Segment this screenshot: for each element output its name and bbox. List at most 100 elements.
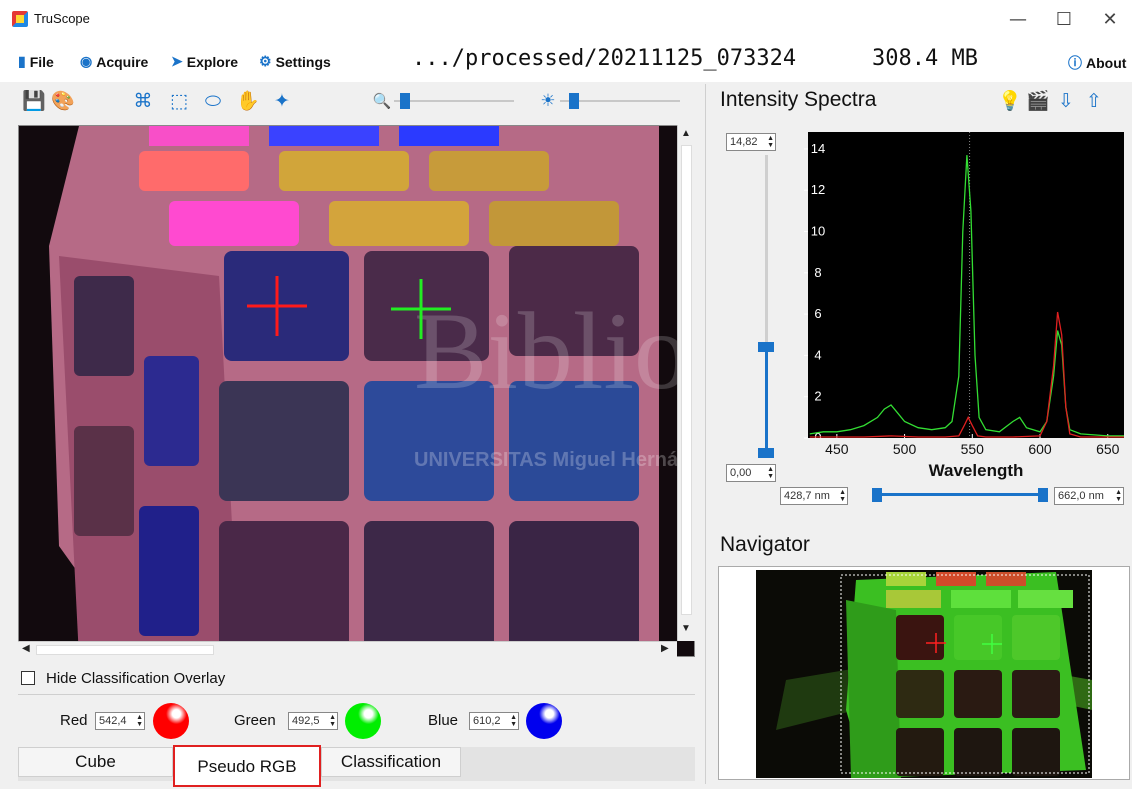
compass-icon: ➤ — [171, 53, 183, 69]
spectra-title: Intensity Spectra — [720, 88, 877, 111]
y-tick-label: 12 — [811, 182, 825, 197]
wl-min-spinbox[interactable]: 428,7 nm ▲ ▼ — [780, 487, 848, 505]
menu-file[interactable]: ▮ File — [18, 53, 54, 70]
menu-explore[interactable]: ➤ Explore — [171, 53, 238, 70]
y-tick-label: 14 — [811, 141, 825, 156]
zoom-slider-track[interactable] — [394, 100, 514, 102]
zoom-icon: 🔍 — [372, 92, 392, 110]
menu-about[interactable]: ⓘ About — [1068, 53, 1126, 73]
spin-arrows-icon[interactable]: ▲ ▼ — [136, 714, 143, 728]
window-title: TruScope — [34, 11, 90, 26]
clapperboard-icon[interactable]: 🎬 — [1026, 89, 1050, 113]
watermark-text: Biblioteca — [414, 290, 695, 412]
tab-cube[interactable]: Cube — [18, 747, 173, 777]
lasso-icon[interactable]: ⬭ — [201, 89, 225, 113]
wl-min-value: 428,7 nm — [784, 490, 830, 502]
wl-max-handle[interactable] — [1038, 488, 1048, 502]
red-wavelength-spinbox[interactable]: 542,4 ▲ ▼ — [95, 712, 145, 730]
horizontal-scrollbar[interactable]: ◀ ▶ — [18, 641, 677, 658]
spin-arrows-icon[interactable]: ▲ ▼ — [1115, 489, 1122, 503]
y-tick-label: 6 — [814, 306, 821, 321]
spin-arrows-icon[interactable]: ▲ ▼ — [767, 135, 774, 149]
ymin-spinbox[interactable]: 0,00 ▲ ▼ — [726, 464, 776, 482]
navigator-view[interactable] — [756, 570, 1092, 778]
crop-icon[interactable]: ⌘ — [131, 89, 155, 113]
blue-value: 610,2 — [473, 715, 501, 727]
magic-wand-icon[interactable]: ✦ — [270, 89, 294, 113]
maximize-button[interactable]: ☐ — [1044, 8, 1084, 32]
close-button[interactable]: ✕ — [1090, 8, 1130, 32]
wavelength-range-track[interactable] — [874, 493, 1046, 496]
palette-icon[interactable]: 🎨 — [51, 89, 75, 113]
watermark-subtext: UNIVERSITAS Miguel Hernández — [414, 449, 695, 471]
hide-overlay-checkbox[interactable] — [21, 671, 35, 685]
x-tick-label: 450 — [825, 441, 849, 457]
green-wavelength-spinbox[interactable]: 492,5 ▲ ▼ — [288, 712, 338, 730]
image-view[interactable]: Biblioteca UNIVERSITAS Miguel Hernández — [18, 125, 695, 657]
select-rect-icon[interactable]: ⬚ — [167, 89, 191, 113]
menu-file-label: File — [29, 53, 54, 70]
intensity-range-fill — [765, 346, 768, 454]
save-icon[interactable]: 💾 — [22, 89, 46, 113]
divider — [18, 694, 695, 695]
gear-icon: ⚙ — [259, 53, 272, 69]
spin-arrows-icon[interactable]: ▲ ▼ — [839, 489, 846, 503]
menu-explore-label: Explore — [186, 53, 239, 70]
app-logo-icon — [12, 11, 28, 27]
blue-channel-color-button[interactable] — [526, 703, 562, 739]
info-icon: ⓘ — [1068, 55, 1082, 71]
y-tick-label: 4 — [814, 347, 821, 362]
panel-divider — [705, 84, 706, 784]
navigator-thumbnail — [756, 570, 1092, 778]
x-tick-label: 650 — [1096, 441, 1120, 457]
intensity-lower-handle[interactable] — [758, 448, 774, 458]
brightness-icon: ☀ — [540, 91, 556, 111]
menu-acquire[interactable]: ◉ Acquire — [80, 53, 148, 70]
menu-settings[interactable]: ⚙ Settings — [259, 53, 331, 70]
brightness-slider-handle[interactable] — [568, 93, 579, 109]
wl-max-spinbox[interactable]: 662,0 nm ▲ ▼ — [1054, 487, 1124, 505]
blue-wavelength-spinbox[interactable]: 610,2 ▲ ▼ — [469, 712, 519, 730]
menu-settings-label: Settings — [275, 53, 331, 70]
dataset-path: .../processed/20211125_073324 — [412, 46, 797, 71]
menu-about-label: About — [1086, 55, 1127, 71]
green-channel-color-button[interactable] — [345, 703, 381, 739]
scroll-right-arrow[interactable]: ▶ — [661, 643, 669, 654]
spin-arrows-icon[interactable]: ▲ ▼ — [510, 714, 517, 728]
scroll-left-arrow[interactable]: ◀ — [22, 643, 30, 654]
wl-min-handle[interactable] — [872, 488, 882, 502]
spin-arrows-icon[interactable]: ▲ ▼ — [767, 466, 774, 480]
scroll-up-arrow[interactable]: ▲ — [681, 128, 691, 139]
spectra-chart: 02468101214450 500 550 600 650Wavelength — [804, 132, 1124, 485]
tab-pseudo-rgb[interactable]: Pseudo RGB — [173, 745, 321, 787]
green-value: 492,5 — [292, 715, 320, 727]
ymax-value: 14,82 — [730, 136, 758, 148]
ymax-spinbox[interactable]: 14,82 ▲ ▼ — [726, 133, 776, 151]
export-icon[interactable]: ⇩ — [1054, 89, 1078, 113]
wl-max-value: 662,0 nm — [1058, 490, 1104, 502]
spin-arrows-icon[interactable]: ▲ ▼ — [329, 714, 336, 728]
share-icon[interactable]: ⇧ — [1082, 89, 1106, 113]
cube-image: Biblioteca UNIVERSITAS Miguel Hernández — [19, 126, 695, 656]
tab-classification[interactable]: Classification — [321, 747, 461, 777]
pan-hand-icon[interactable]: ✋ — [236, 89, 260, 113]
red-channel-color-button[interactable] — [153, 703, 189, 739]
minimize-button[interactable]: — — [998, 8, 1038, 32]
vertical-scrollbar[interactable]: ▲ ▼ — [677, 125, 695, 641]
menu-acquire-label: Acquire — [96, 53, 149, 70]
red-value: 542,4 — [99, 715, 127, 727]
scroll-down-arrow[interactable]: ▼ — [681, 623, 691, 634]
y-tick-label: 10 — [811, 224, 825, 239]
zoom-slider-handle[interactable] — [399, 93, 410, 109]
hide-overlay-label: Hide Classification Overlay — [46, 670, 226, 687]
x-tick-label: 600 — [1028, 441, 1052, 457]
vertical-scroll-thumb[interactable] — [681, 145, 692, 615]
blue-label: Blue — [428, 712, 459, 729]
navigator-title: Navigator — [720, 533, 810, 556]
title-bar — [0, 0, 1132, 42]
intensity-upper-handle[interactable] — [758, 342, 774, 352]
camera-icon: ◉ — [80, 53, 93, 69]
bulb-icon[interactable]: 💡 — [998, 89, 1022, 113]
horizontal-scroll-thumb[interactable] — [36, 645, 214, 655]
y-tick-label: 8 — [814, 265, 821, 280]
